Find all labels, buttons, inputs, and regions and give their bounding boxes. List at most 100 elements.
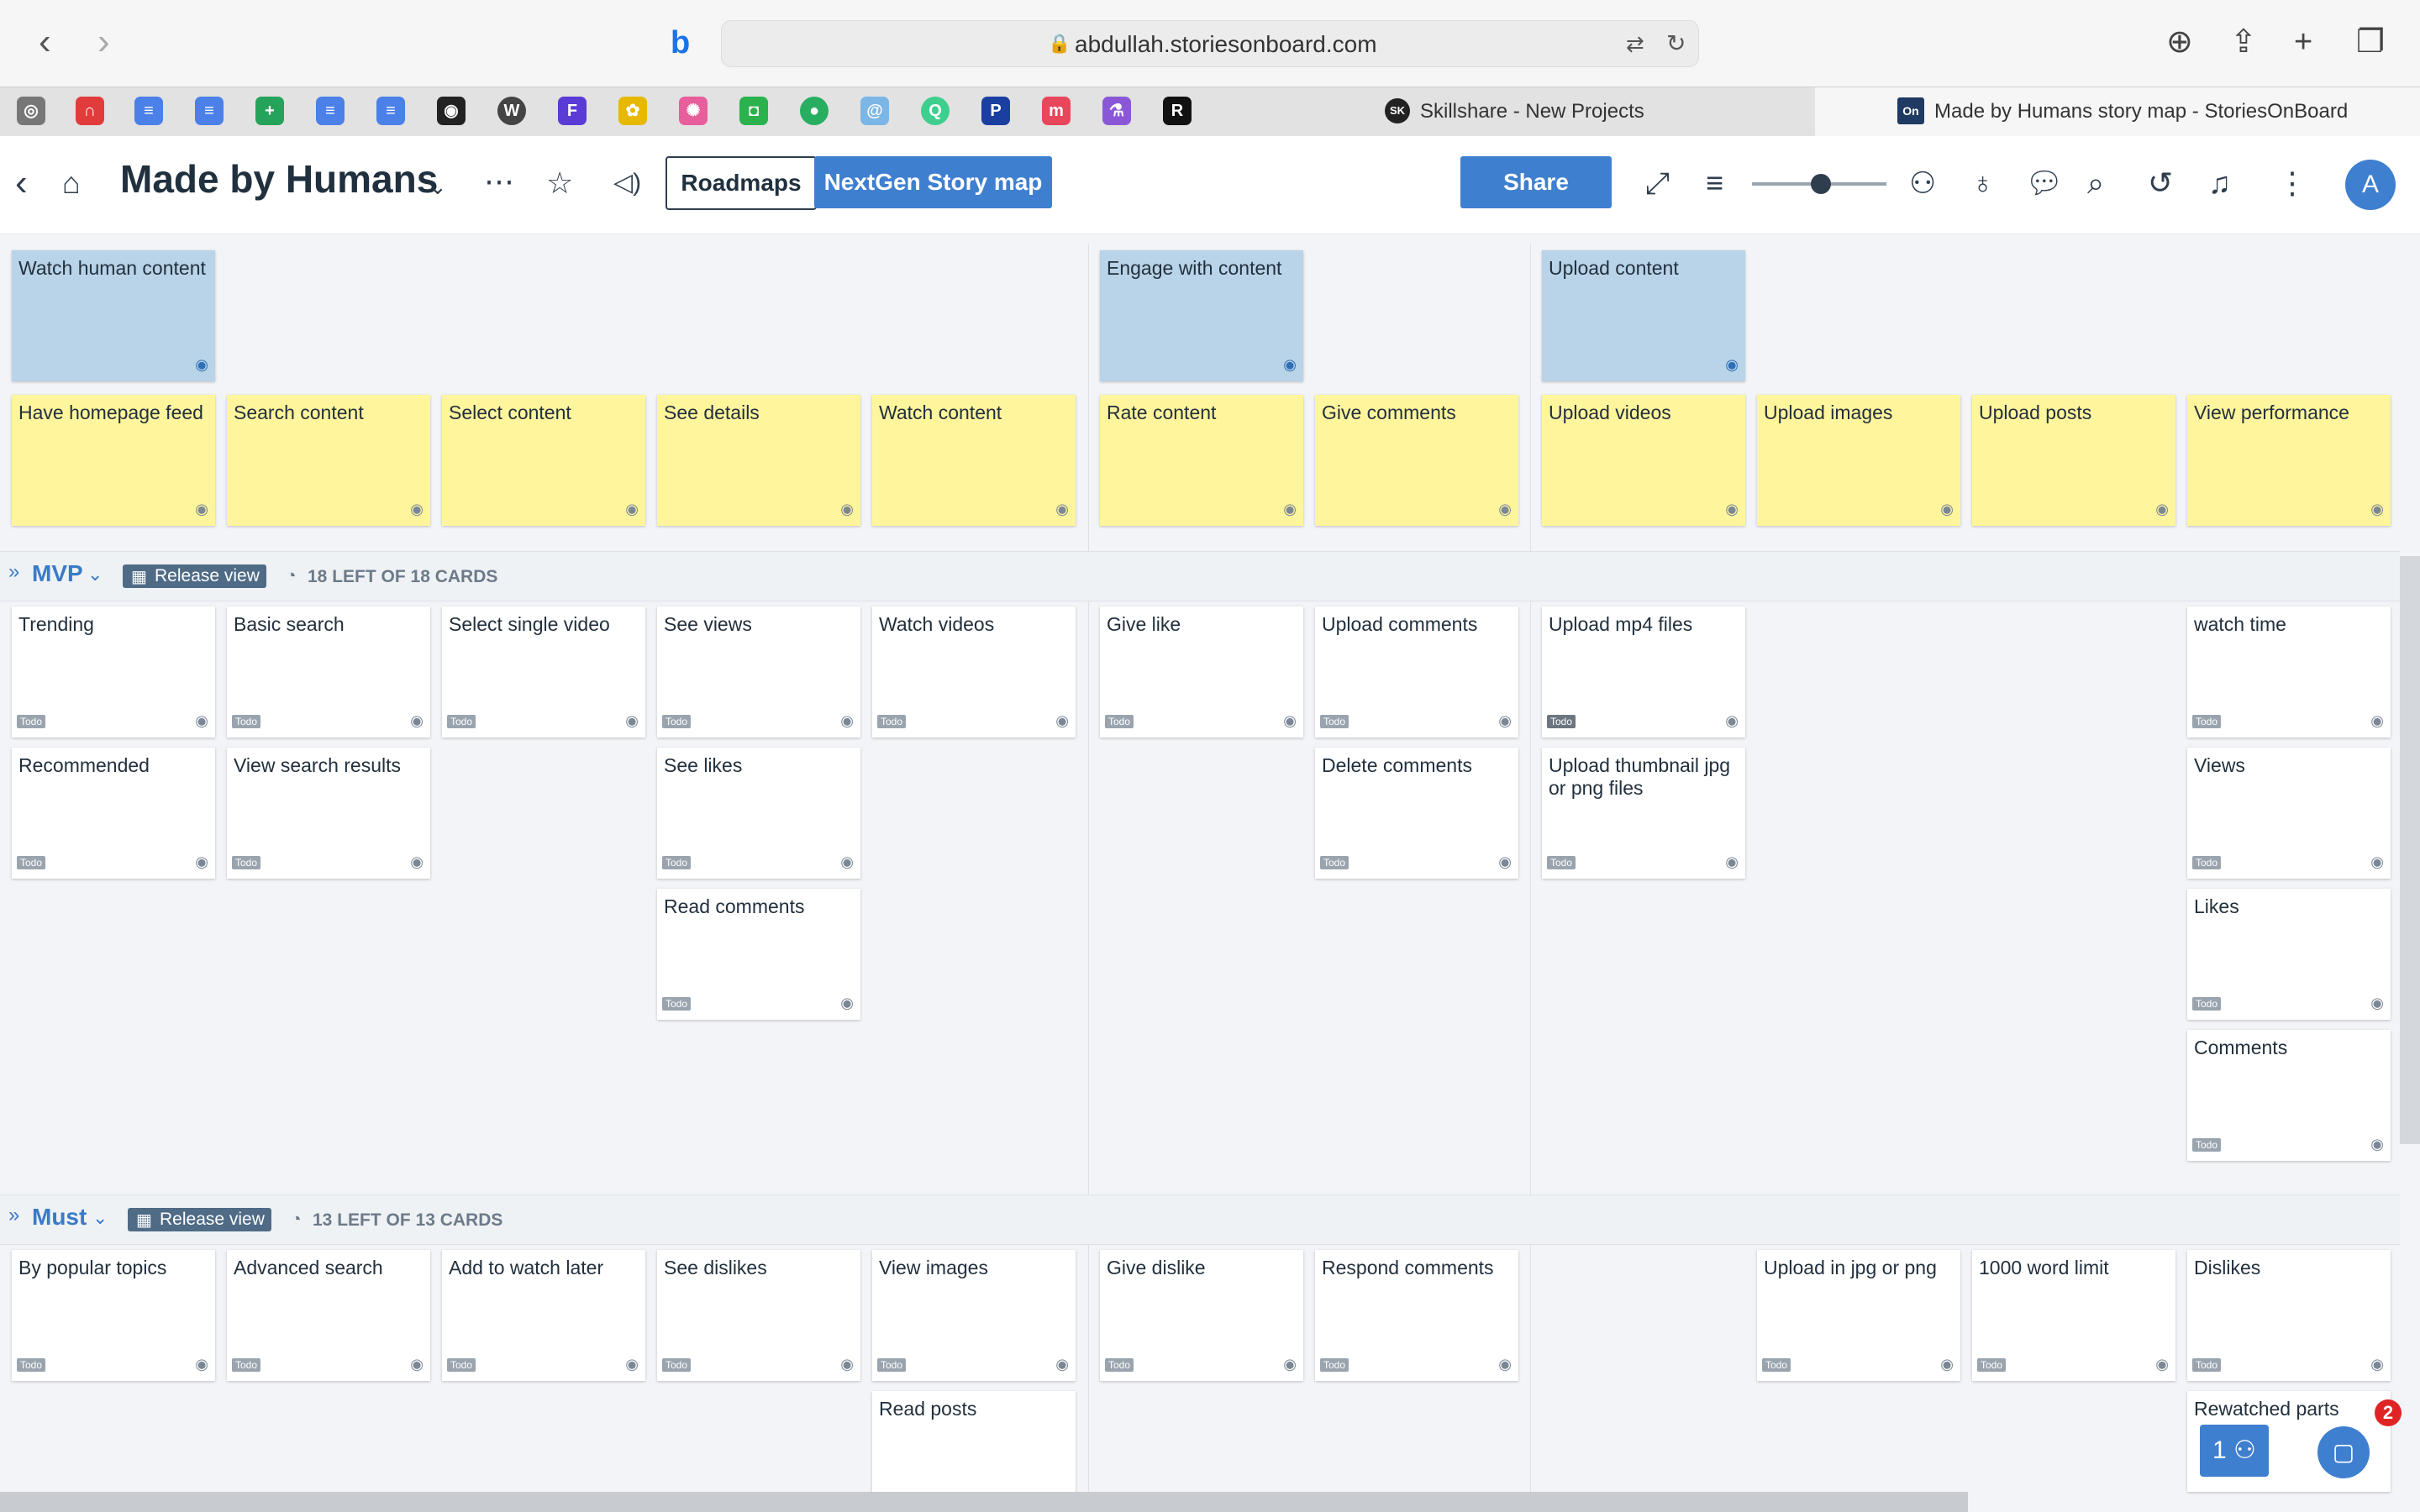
eye-icon[interactable]: ◉	[840, 1353, 854, 1376]
f-app-icon[interactable]: F	[558, 97, 587, 125]
docs-icon[interactable]: ≡	[376, 97, 405, 125]
story-card[interactable]: 1000 word limit Todo ◉	[1972, 1250, 2175, 1381]
record-icon[interactable]: ◘	[739, 97, 768, 125]
story-card[interactable]: See dislikes Todo ◉	[657, 1250, 860, 1381]
eye-icon[interactable]: ◉	[410, 1353, 424, 1376]
address-bar[interactable]: 🔒 abdullah.storiesonboard.com ⇄ ↻	[721, 20, 1699, 67]
roadmaps-button[interactable]: Roadmaps	[666, 156, 817, 210]
eye-icon[interactable]: ◉	[2370, 498, 2384, 521]
eye-icon[interactable]: ◉	[2155, 1353, 2169, 1376]
story-card[interactable]: Respond comments Todo ◉	[1315, 1250, 1518, 1381]
nextgen-story-map-button[interactable]: NextGen Story map	[814, 156, 1052, 208]
eye-icon[interactable]: ◉	[840, 710, 854, 732]
eye-icon[interactable]: ◉	[1940, 498, 1954, 521]
docs-icon[interactable]: ≡	[195, 97, 224, 125]
collapse-icon[interactable]: »	[8, 1204, 19, 1227]
story-card[interactable]: Likes Todo ◉	[2187, 889, 2391, 1020]
story-card[interactable]: Basic search Todo ◉	[227, 606, 430, 738]
story-card[interactable]: Upload thumbnail jpg or png files Todo ◉	[1542, 748, 1745, 879]
eye-icon[interactable]: ◉	[1725, 851, 1739, 874]
eye-icon[interactable]: ◉	[195, 498, 208, 521]
home-icon[interactable]: ⌂	[62, 166, 81, 200]
bell-icon[interactable]: ♫	[2208, 166, 2231, 200]
dot-icon[interactable]: ●	[800, 97, 829, 125]
eye-icon[interactable]: ◉	[840, 851, 854, 874]
github-icon[interactable]: ◉	[437, 97, 466, 125]
r-app-icon[interactable]: R	[1163, 97, 1192, 125]
page-title[interactable]: Made by Humans	[120, 156, 438, 202]
release-name[interactable]: MVP	[32, 560, 83, 587]
story-card[interactable]: View search results Todo ◉	[227, 748, 430, 879]
tab-skillshare[interactable]: SK Skillshare - New Projects	[1313, 87, 1815, 136]
story-card[interactable]: Recommended Todo ◉	[12, 748, 215, 879]
eye-icon[interactable]: ◉	[2370, 710, 2384, 732]
activity-card[interactable]: Watch human content ◉	[12, 250, 215, 381]
eye-icon[interactable]: ◉	[840, 498, 854, 521]
story-card[interactable]: Advanced search Todo ◉	[227, 1250, 430, 1381]
story-card[interactable]: Delete comments Todo ◉	[1315, 748, 1518, 879]
eye-icon[interactable]: ◉	[1725, 498, 1739, 521]
story-card[interactable]: View images Todo ◉	[872, 1250, 1076, 1381]
chat-support-button[interactable]: ▢	[2317, 1426, 2370, 1478]
chevron-down-icon[interactable]: ⌄	[87, 564, 103, 585]
eye-icon[interactable]: ◉	[2370, 1133, 2384, 1156]
story-card[interactable]: Upload mp4 files Todo ◉	[1542, 606, 1745, 738]
eye-icon[interactable]: ◉	[1725, 354, 1739, 376]
story-card[interactable]: Add to watch later Todo ◉	[442, 1250, 645, 1381]
star-icon[interactable]: ☆	[546, 166, 573, 200]
compass-icon[interactable]: ◎	[17, 97, 45, 125]
online-users-button[interactable]: 1 ⚇	[2200, 1425, 2269, 1477]
history-icon[interactable]: ↺	[2148, 166, 2173, 200]
activity-card[interactable]: Upload content ◉	[1542, 250, 1745, 381]
chevron-down-icon[interactable]: ⌄	[429, 170, 447, 203]
search-icon[interactable]: ⌕	[2087, 166, 2104, 200]
eye-icon[interactable]: ◉	[840, 992, 854, 1015]
forward-icon[interactable]: ›	[97, 24, 110, 60]
sheets-icon[interactable]: +	[255, 97, 284, 125]
reload-icon[interactable]: ↻	[1666, 29, 1686, 57]
story-card[interactable]: Give like Todo ◉	[1100, 606, 1303, 738]
zoom-slider-handle[interactable]	[1811, 174, 1831, 194]
eye-icon[interactable]: ◉	[195, 354, 208, 376]
m-app-icon[interactable]: m	[1042, 97, 1071, 125]
tab-overview-icon[interactable]: ❐	[2356, 25, 2385, 59]
announcement-icon[interactable]: ◁)	[613, 166, 641, 200]
share-icon[interactable]: ⇪	[2230, 25, 2257, 59]
back-icon[interactable]: ‹	[39, 24, 51, 60]
person-icon[interactable]: ⚇	[1909, 166, 1936, 200]
step-card[interactable]: Have homepage feed ◉	[12, 395, 215, 526]
paypal-icon[interactable]: P	[981, 97, 1010, 125]
chevron-down-icon[interactable]: ⌄	[92, 1207, 108, 1229]
eye-icon[interactable]: ◉	[1283, 354, 1297, 376]
step-card[interactable]: See details ◉	[657, 395, 860, 526]
eye-icon[interactable]: ◉	[195, 1353, 208, 1376]
story-card[interactable]: Give dislike Todo ◉	[1100, 1250, 1303, 1381]
docs-icon[interactable]: ≡	[134, 97, 163, 125]
eye-icon[interactable]: ◉	[1725, 710, 1739, 732]
more-icon[interactable]: ⋯	[484, 165, 514, 198]
eye-icon[interactable]: ◉	[1498, 710, 1512, 732]
flask-icon[interactable]: ⚗	[1102, 97, 1131, 125]
chat-app-icon[interactable]: Q	[921, 97, 950, 125]
download-icon[interactable]: ⊕	[2166, 25, 2193, 59]
story-card[interactable]: Read posts	[872, 1391, 1076, 1492]
eye-icon[interactable]: ◉	[410, 498, 424, 521]
eye-icon[interactable]: ◉	[410, 710, 424, 732]
bing-icon[interactable]: b	[671, 25, 690, 61]
eye-icon[interactable]: ◉	[2370, 992, 2384, 1015]
magnet-icon[interactable]: ∩	[76, 97, 104, 125]
eye-icon[interactable]: ◉	[1940, 1353, 1954, 1376]
eye-icon[interactable]: ◉	[2370, 851, 2384, 874]
translate-icon[interactable]: ⇄	[1626, 31, 1644, 57]
wordpress-icon[interactable]: W	[497, 97, 526, 125]
story-card[interactable]: Select single video Todo ◉	[442, 606, 645, 738]
vertical-scrollbar[interactable]	[2400, 556, 2420, 1144]
eye-icon[interactable]: ◉	[2155, 498, 2169, 521]
eye-icon[interactable]: ◉	[625, 1353, 639, 1376]
step-card[interactable]: Upload videos ◉	[1542, 395, 1745, 526]
back-arrow-icon[interactable]: ‹	[15, 165, 28, 202]
story-card[interactable]: Watch videos Todo ◉	[872, 606, 1076, 738]
step-card[interactable]: View performance ◉	[2187, 395, 2391, 526]
eye-icon[interactable]: ◉	[1055, 710, 1069, 732]
expand-icon[interactable]: ⤢	[1645, 166, 1670, 200]
